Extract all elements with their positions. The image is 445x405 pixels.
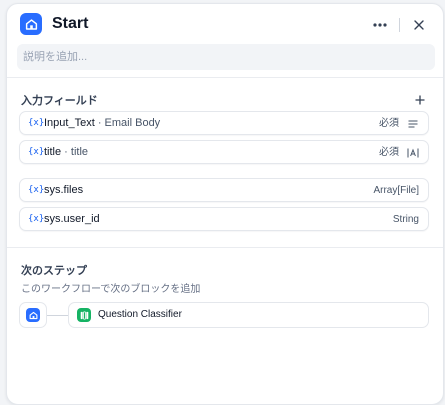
current-node-chip — [19, 302, 47, 328]
system-variable-row[interactable]: {x} sys.files Array[File] — [19, 178, 429, 202]
paragraph-icon — [407, 119, 419, 128]
variable-type: String — [392, 214, 419, 225]
next-step-title: 次のステップ — [21, 265, 87, 277]
variable-name: title — [44, 146, 62, 158]
required-badge: 必須 — [379, 118, 399, 129]
text-input-icon — [407, 148, 419, 158]
separator: · — [94, 117, 105, 129]
divider — [7, 77, 443, 78]
variable-type: Array[File] — [373, 185, 419, 196]
header-divider — [399, 18, 400, 32]
plus-icon — [415, 95, 425, 105]
node-title[interactable]: Start — [52, 15, 88, 33]
variable-icon: {x} — [28, 185, 45, 195]
more-options-button[interactable] — [369, 14, 391, 36]
home-icon — [20, 13, 42, 35]
panel-header: Start — [7, 4, 443, 44]
variable-name: Input_Text — [44, 117, 95, 129]
divider — [7, 247, 443, 248]
home-icon — [26, 308, 40, 322]
start-node-panel: Start 説明を追加... 入力フィールド {x} Input_Text · … — [6, 3, 444, 405]
description-input[interactable]: 説明を追加... — [17, 44, 435, 70]
variable-name-group: title · title — [44, 146, 88, 159]
variable-icon: {x} — [28, 214, 45, 224]
variable-name-group: Input_Text · Email Body — [44, 117, 160, 130]
field-meta: 必須 — [379, 146, 419, 159]
variable-name: sys.files — [44, 184, 84, 196]
input-field-row[interactable]: {x} Input_Text · Email Body 必須 — [19, 111, 429, 135]
input-fields-title: 入力フィールド — [21, 95, 98, 107]
variable-label: title — [70, 146, 89, 158]
add-input-field-button[interactable] — [412, 92, 428, 108]
question-classifier-icon — [77, 308, 91, 322]
next-step-description: このワークフローで次のブロックを追加 — [21, 284, 201, 295]
variable-icon: {x} — [28, 118, 45, 128]
separator: · — [61, 146, 71, 158]
more-horizontal-icon — [373, 23, 387, 27]
variable-icon: {x} — [28, 147, 45, 157]
system-variable-row[interactable]: {x} sys.user_id String — [19, 207, 429, 231]
variable-label: Email Body — [104, 117, 161, 129]
field-meta: 必須 — [379, 117, 419, 130]
required-badge: 必須 — [379, 147, 399, 158]
close-button[interactable] — [408, 14, 430, 36]
next-node-label: Question Classifier — [98, 309, 182, 320]
variable-name: sys.user_id — [44, 213, 100, 225]
connector-line — [47, 315, 69, 316]
input-field-row[interactable]: {x} title · title 必須 — [19, 140, 429, 164]
close-icon — [414, 20, 424, 30]
next-node-question-classifier[interactable]: Question Classifier — [68, 302, 429, 328]
